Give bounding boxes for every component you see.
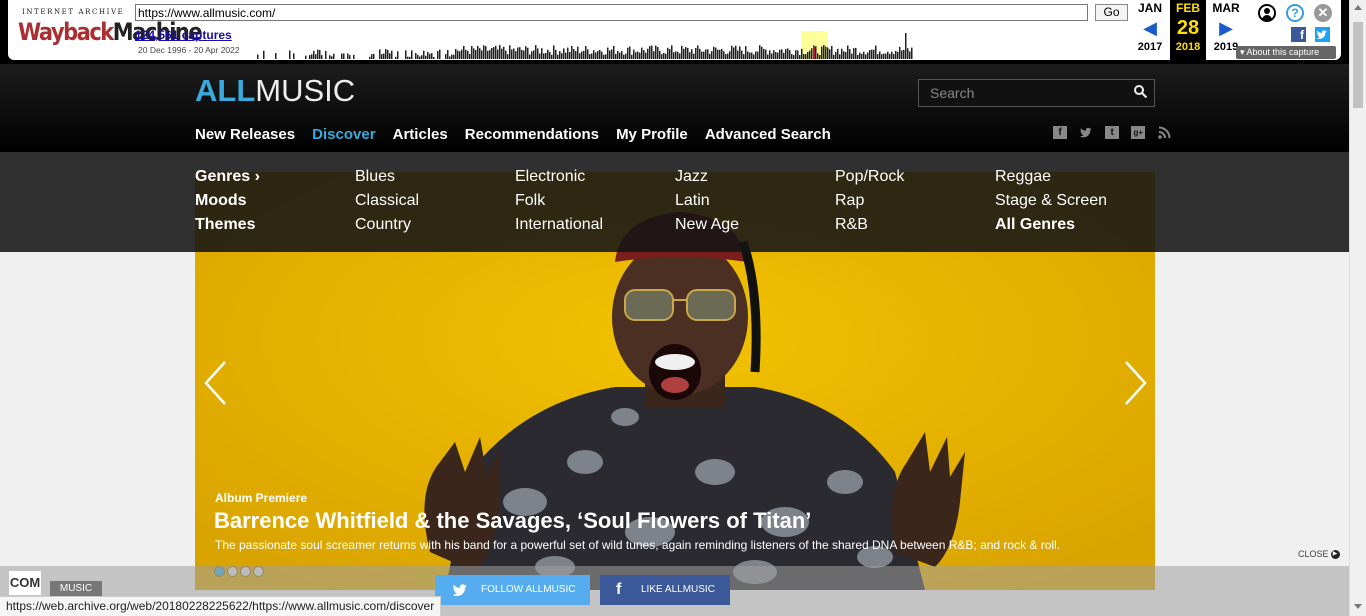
help-icon[interactable]: ? bbox=[1286, 4, 1304, 22]
genre-international[interactable]: International bbox=[515, 216, 603, 240]
nav-discover[interactable]: Discover bbox=[312, 126, 375, 143]
wayback-current-month: FEB 28 2018 bbox=[1170, 0, 1206, 60]
about-capture-button[interactable]: ▾ About this capture bbox=[1236, 46, 1336, 59]
close-arrow-icon: ▶ bbox=[1330, 550, 1340, 560]
hero-prev-arrow-icon[interactable] bbox=[203, 360, 229, 406]
genre-country[interactable]: Country bbox=[355, 216, 419, 240]
scroll-down-icon[interactable] bbox=[1354, 604, 1362, 609]
genre-classical[interactable]: Classical bbox=[355, 192, 419, 216]
next-arrow-icon[interactable]: ▶ bbox=[1206, 15, 1246, 41]
genre-rnb[interactable]: R&B bbox=[835, 216, 904, 240]
wayback-go-button[interactable]: Go bbox=[1095, 4, 1128, 21]
facebook-icon[interactable]: f bbox=[1053, 126, 1067, 139]
wayback-icons: ? ✕ bbox=[1258, 4, 1338, 24]
genre-stage-screen[interactable]: Stage & Screen bbox=[995, 192, 1107, 216]
twitter-icon bbox=[452, 584, 467, 596]
twitter-share-icon[interactable] bbox=[1315, 27, 1330, 42]
music-tag[interactable]: MUSIC bbox=[50, 581, 102, 597]
genre-blues[interactable]: Blues bbox=[355, 168, 419, 192]
sparkline-graph bbox=[257, 33, 913, 59]
dropdown-col-2: Blues Classical Country bbox=[355, 168, 419, 240]
dropdown-col-4: Jazz Latin New Age bbox=[675, 168, 739, 240]
social-links: f t g+ bbox=[1053, 126, 1178, 140]
wayback-date-range: 20 Dec 1996 - 20 Apr 2022 bbox=[138, 45, 240, 55]
genre-new-age[interactable]: New Age bbox=[675, 216, 739, 240]
wayback-logo[interactable]: INTERNET ARCHIVE WaybackMachine bbox=[18, 6, 203, 54]
close-icon[interactable]: ✕ bbox=[1314, 4, 1332, 22]
next-month-label: MAR bbox=[1212, 1, 1240, 15]
genre-reggae[interactable]: Reggae bbox=[995, 168, 1107, 192]
google-plus-icon[interactable]: g+ bbox=[1131, 126, 1146, 139]
page-scrollbar[interactable] bbox=[1349, 0, 1366, 616]
hero-kicker: Album Premiere bbox=[215, 491, 308, 505]
dropdown-col-categories: Genres › Moods Themes bbox=[195, 168, 260, 240]
nav-new-releases[interactable]: New Releases bbox=[195, 126, 295, 143]
hero-next-arrow-icon[interactable] bbox=[1122, 360, 1148, 406]
dropdown-themes[interactable]: Themes bbox=[195, 216, 260, 240]
close-label: CLOSE bbox=[1298, 549, 1329, 559]
wayback-url-input[interactable]: https://www.allmusic.com/ bbox=[135, 4, 1088, 21]
like-allmusic-button[interactable]: f LIKE ALLMUSIC bbox=[600, 575, 730, 605]
wayback-prev-month[interactable]: JAN ◀ 2017 bbox=[1130, 0, 1170, 60]
com-logo[interactable]: COM bbox=[9, 571, 41, 595]
user-icon[interactable] bbox=[1258, 4, 1276, 22]
wayback-toolbar: INTERNET ARCHIVE WaybackMachine https://… bbox=[0, 0, 1349, 64]
dropdown-col-3: Electronic Folk International bbox=[515, 168, 603, 240]
close-follow-bar-button[interactable]: CLOSE ▶ bbox=[1298, 549, 1340, 560]
nav-advanced-search[interactable]: Advanced Search bbox=[705, 126, 831, 143]
twitter-icon[interactable] bbox=[1079, 126, 1093, 139]
scroll-up-icon[interactable] bbox=[1354, 5, 1362, 10]
like-label: LIKE ALLMUSIC bbox=[641, 584, 715, 595]
nav-recommendations[interactable]: Recommendations bbox=[465, 126, 599, 143]
nav-articles[interactable]: Articles bbox=[393, 126, 448, 143]
genre-electronic[interactable]: Electronic bbox=[515, 168, 603, 192]
wayback-logo-top: INTERNET ARCHIVE bbox=[22, 8, 125, 16]
wayback-sparkline[interactable] bbox=[253, 31, 913, 59]
facebook-icon: f bbox=[616, 581, 622, 598]
discover-dropdown: Genres › Moods Themes Blues Classical Co… bbox=[0, 152, 1349, 252]
facebook-share-icon[interactable]: f bbox=[1291, 27, 1306, 42]
search-input[interactable]: Search bbox=[918, 79, 1155, 107]
dropdown-genres[interactable]: Genres › bbox=[195, 168, 260, 192]
follow-allmusic-button[interactable]: FOLLOW ALLMUSIC bbox=[435, 575, 590, 605]
genre-latin[interactable]: Latin bbox=[675, 192, 739, 216]
dropdown-col-5: Pop/Rock Rap R&B bbox=[835, 168, 904, 240]
tumblr-icon[interactable]: t bbox=[1105, 126, 1120, 139]
genre-folk[interactable]: Folk bbox=[515, 192, 603, 216]
hero-title[interactable]: Barrence Whitfield & the Savages, ‘Soul … bbox=[214, 508, 811, 534]
genre-rap[interactable]: Rap bbox=[835, 192, 904, 216]
current-year-label: 2018 bbox=[1175, 41, 1201, 53]
follow-label: FOLLOW ALLMUSIC bbox=[481, 584, 576, 595]
dropdown-col-6: Reggae Stage & Screen All Genres bbox=[995, 168, 1107, 240]
scroll-thumb[interactable] bbox=[1353, 22, 1363, 108]
site-header: ALLMUSIC Search New Releases Discover Ar… bbox=[0, 64, 1349, 152]
search-icon[interactable] bbox=[1134, 85, 1147, 98]
browser-status-url: https://web.archive.org/web/201802282256… bbox=[0, 596, 442, 616]
hero-description: The passionate soul screamer returns wit… bbox=[215, 538, 1061, 552]
rss-icon[interactable] bbox=[1157, 126, 1171, 139]
genre-jazz[interactable]: Jazz bbox=[675, 168, 739, 192]
current-month-label: FEB bbox=[1176, 1, 1200, 15]
current-day-label: 28 bbox=[1176, 17, 1200, 39]
wayback-toolbar-panel: INTERNET ARCHIVE WaybackMachine https://… bbox=[8, 0, 1341, 60]
prev-month-label: JAN bbox=[1137, 1, 1162, 15]
nav-my-profile[interactable]: My Profile bbox=[616, 126, 688, 143]
prev-arrow-icon[interactable]: ◀ bbox=[1130, 15, 1170, 41]
all-genres-link[interactable]: All Genres bbox=[995, 216, 1107, 240]
allmusic-logo[interactable]: ALLMUSIC bbox=[195, 73, 355, 109]
prev-year-label: 2017 bbox=[1137, 41, 1163, 53]
genre-pop-rock[interactable]: Pop/Rock bbox=[835, 168, 904, 192]
wayback-captures-link[interactable]: 124,561 captures bbox=[135, 28, 232, 42]
dropdown-moods[interactable]: Moods bbox=[195, 192, 260, 216]
main-nav: New Releases Discover Articles Recommend… bbox=[195, 124, 843, 144]
